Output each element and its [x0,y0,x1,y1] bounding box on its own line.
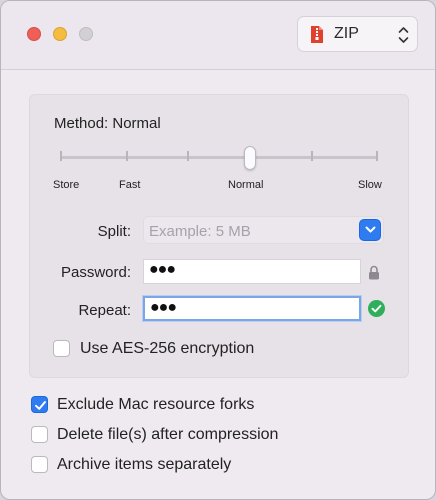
zip-file-icon [310,25,324,44]
delete-after-compression-label: Delete file(s) after compression [57,426,279,443]
split-label: Split: [97,223,131,240]
split-dropdown-button[interactable] [359,219,381,241]
password-field[interactable]: ●●● [143,259,361,284]
close-window-button[interactable] [27,27,41,41]
split-placeholder: Example: 5 MB [149,223,251,240]
lock-icon [368,265,380,280]
slider-tick [126,151,128,161]
checkmark-icon [35,401,46,410]
exclude-resource-forks-checkbox[interactable] [31,396,48,413]
chevron-updown-icon [398,25,409,45]
password-label: Password: [60,264,131,281]
slider-tick [311,151,313,161]
minimize-window-button[interactable] [53,27,67,41]
split-select[interactable]: Example: 5 MB [143,216,384,244]
method-prefix: Method: [54,115,109,132]
slider-tick [187,151,189,161]
aes-encryption-label: Use AES-256 encryption [80,340,255,357]
compression-slider-knob[interactable] [244,146,256,170]
compression-settings-panel: Method: Normal Store Fast Normal Slow Sp… [29,94,409,378]
password-value: ●●● [149,261,176,278]
slider-label-store: Store [53,179,80,191]
titlebar: ZIP [1,1,435,70]
exclude-resource-forks-label: Exclude Mac resource forks [57,396,255,413]
compression-slider-track[interactable] [61,156,378,159]
format-select[interactable]: ZIP [297,16,418,52]
repeat-password-field[interactable]: ●●● [143,296,361,321]
slider-label-fast: Fast [119,179,141,191]
archive-separately-checkbox[interactable] [31,456,48,473]
chevron-down-icon [365,226,376,233]
aes-encryption-checkbox[interactable] [53,340,70,357]
slider-tick [60,151,62,161]
repeat-label: Repeat: [78,302,131,319]
method-label: Method: Normal [54,115,161,132]
delete-after-compression-checkbox[interactable] [31,426,48,443]
archive-separately-label: Archive items separately [57,456,232,473]
method-value: Normal [112,115,161,132]
archive-options-window: ZIP Method: Normal Store Fast Normal Slo… [0,0,436,500]
format-label: ZIP [334,25,359,42]
slider-label-normal: Normal [228,179,264,191]
checkmark-circle-icon [368,300,385,317]
repeat-password-value: ●●● [150,299,177,316]
slider-label-slow: Slow [358,179,382,191]
zoom-window-button[interactable] [79,27,93,41]
slider-tick [376,151,378,161]
